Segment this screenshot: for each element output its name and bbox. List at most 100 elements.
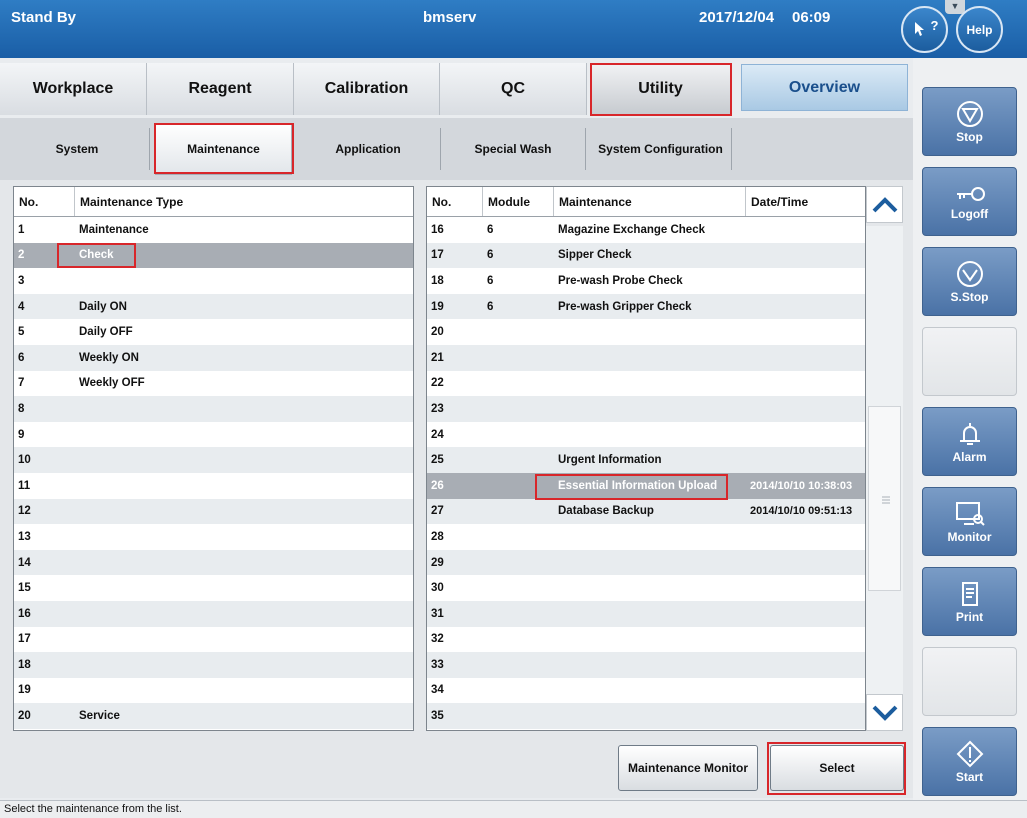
row-number: 4 — [18, 300, 25, 313]
row-number: 19 — [431, 300, 444, 313]
scroll-track[interactable] — [866, 226, 903, 696]
select-button[interactable]: Select — [770, 745, 904, 791]
table-row[interactable]: 1 Maintenance — [14, 217, 413, 243]
table-row[interactable]: 28 — [427, 524, 865, 550]
context-help-button[interactable]: ? — [901, 6, 948, 53]
table-row[interactable]: 17 6 Sipper Check — [427, 242, 865, 269]
subtab-special-wash-label: Special Wash — [474, 142, 552, 156]
table-row[interactable]: 14 — [14, 549, 413, 576]
subtab-system[interactable]: System — [5, 128, 150, 170]
cursor-question-icon — [914, 21, 924, 36]
row-number: 26 — [431, 479, 444, 492]
table-row[interactable]: 25 Urgent Information — [427, 447, 865, 473]
subtab-application[interactable]: Application — [296, 128, 441, 170]
row-number: 21 — [431, 351, 444, 364]
table-row[interactable]: 20 Service — [14, 703, 413, 729]
table-row[interactable]: 15 — [14, 575, 413, 601]
table-row[interactable]: 18 — [14, 652, 413, 678]
tab-calibration[interactable]: Calibration — [294, 63, 440, 115]
subtab-maintenance[interactable]: Maintenance — [155, 123, 292, 175]
list-scrollbar[interactable] — [866, 186, 904, 731]
tab-overview-label: Overview — [788, 78, 861, 96]
maintenance-monitor-label: Maintenance Monitor — [627, 761, 748, 775]
subtab-special-wash[interactable]: Special Wash — [441, 128, 586, 170]
table-row[interactable]: 11 — [14, 472, 413, 499]
table-row[interactable]: 18 6 Pre-wash Probe Check — [427, 268, 865, 294]
table-row[interactable]: 19 6 Pre-wash Gripper Check — [427, 293, 865, 320]
table-row[interactable]: 24 — [427, 421, 865, 448]
column-header-maintenance-type: Maintenance Type — [80, 194, 184, 209]
table-row[interactable]: 2 Check — [14, 242, 413, 269]
table-row[interactable]: 3 — [14, 268, 413, 294]
maintenance-list-rows: 16 6 Magazine Exchange Check 17 6 Sipper Chec… — [427, 217, 865, 729]
sampling-stop-button[interactable]: S.Stop — [922, 247, 1017, 316]
subtab-system-configuration[interactable]: System Configuration — [590, 128, 732, 170]
column-header-no: No. — [14, 187, 75, 216]
tab-reagent[interactable]: Reagent — [147, 63, 294, 115]
table-row[interactable]: 32 — [427, 626, 865, 653]
table-row[interactable]: 13 — [14, 524, 413, 550]
table-row[interactable]: 5 Daily OFF — [14, 319, 413, 345]
scroll-down-button[interactable] — [866, 694, 903, 731]
table-row[interactable]: 17 — [14, 626, 413, 653]
chevron-down-icon — [872, 705, 897, 721]
help-label: Help — [966, 22, 993, 37]
tab-workplace-label: Workplace — [32, 80, 114, 97]
table-row[interactable]: 9 — [14, 421, 413, 448]
maintenance-monitor-button[interactable]: Maintenance Monitor — [618, 745, 758, 791]
stop-button[interactable]: Stop — [922, 87, 1017, 156]
context-help-label: ? — [930, 18, 939, 33]
maintenance-type-rows: 1 Maintenance 2 Check 3 4 Daily ON 5 Daily OFF 6 W… — [14, 217, 413, 729]
table-row[interactable]: 35 — [427, 703, 865, 729]
table-row[interactable]: 33 — [427, 652, 865, 678]
column-header-no: No. — [427, 187, 483, 216]
table-row[interactable]: 12 — [14, 498, 413, 525]
monitor-button[interactable]: Monitor — [922, 487, 1017, 556]
print-button[interactable]: Print — [922, 567, 1017, 636]
row-number: 17 — [18, 633, 31, 646]
tab-workplace[interactable]: Workplace — [0, 63, 147, 115]
module-cell: 6 — [487, 223, 494, 236]
table-row[interactable]: 31 — [427, 600, 865, 627]
maintenance-cell: Sipper Check — [558, 249, 632, 262]
row-number: 22 — [431, 377, 444, 390]
table-row[interactable]: 30 — [427, 575, 865, 601]
table-row[interactable]: 20 — [427, 319, 865, 345]
table-row[interactable]: 8 — [14, 396, 413, 422]
table-row[interactable]: 34 — [427, 677, 865, 704]
table-row[interactable]: 23 — [427, 396, 865, 422]
row-number: 11 — [18, 479, 31, 492]
table-row[interactable]: 6 Weekly ON — [14, 344, 413, 371]
user-name: bmserv — [423, 9, 477, 26]
table-row[interactable]: 4 Daily ON — [14, 293, 413, 320]
table-row[interactable]: 29 — [427, 549, 865, 576]
logoff-button[interactable]: Logoff — [922, 167, 1017, 236]
maintenance-cell: Pre-wash Probe Check — [558, 274, 683, 287]
table-row[interactable]: 27 Database Backup 2014/10/10 09:51:13 — [427, 498, 865, 525]
table-row[interactable]: 16 — [14, 600, 413, 627]
row-number: 10 — [18, 454, 31, 467]
table-row[interactable]: 10 — [14, 447, 413, 473]
tab-qc[interactable]: QC — [440, 63, 587, 115]
datetime-cell: 2014/10/10 09:51:13 — [750, 505, 853, 518]
help-button[interactable]: Help — [956, 6, 1003, 53]
sampling-stop-icon — [956, 260, 983, 287]
row-number: 15 — [18, 582, 31, 595]
table-row[interactable]: 16 6 Magazine Exchange Check — [427, 217, 865, 243]
subtab-system-configuration-label: System Configuration — [598, 142, 723, 156]
alarm-button[interactable]: Alarm — [922, 407, 1017, 476]
row-number: 5 — [18, 326, 25, 339]
table-row[interactable]: 22 — [427, 370, 865, 397]
row-number: 3 — [18, 274, 25, 287]
table-row[interactable]: 19 — [14, 677, 413, 704]
tab-utility[interactable]: Utility — [591, 63, 731, 115]
select-label: Select — [819, 761, 855, 775]
scroll-thumb[interactable] — [868, 406, 901, 591]
table-row[interactable]: 26 Essential Information Upload 2014/10/10… — [427, 472, 865, 499]
row-number: 32 — [431, 633, 444, 646]
table-row[interactable]: 7 Weekly OFF — [14, 370, 413, 397]
table-row[interactable]: 21 — [427, 344, 865, 371]
tab-overview[interactable]: Overview — [741, 64, 908, 111]
start-button[interactable]: Start — [922, 727, 1017, 796]
scroll-up-button[interactable] — [866, 186, 903, 223]
